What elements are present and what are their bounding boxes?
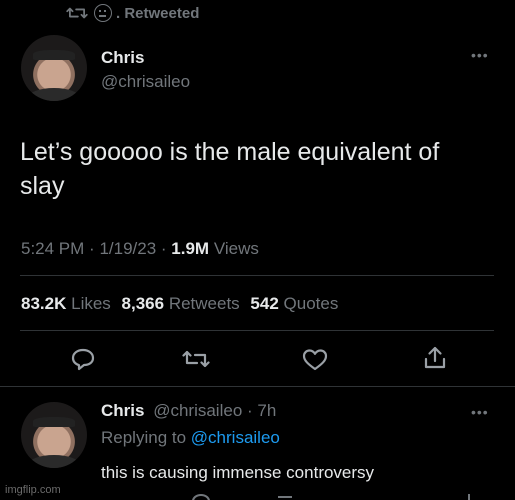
views-label: Views (213, 239, 259, 258)
retweet-icon[interactable] (182, 348, 210, 375)
likes-count: 83.2K (21, 294, 67, 313)
replying-to-handle[interactable]: @chrisaileo (191, 428, 280, 447)
reply-age[interactable]: 7h (257, 401, 276, 420)
stats-row: 83.2K Likes 8,366 Retweets 542 Quotes (21, 294, 338, 314)
author-name[interactable]: Chris (101, 48, 144, 68)
quotes-stat[interactable]: 542 Quotes (250, 294, 338, 313)
divider (0, 386, 515, 387)
reply-author-handle[interactable]: @chrisaileo (153, 401, 242, 420)
tweet-time[interactable]: 5:24 PM (21, 239, 84, 258)
retweets-count: 8,366 (121, 294, 165, 313)
quotes-count: 542 (250, 294, 279, 313)
reply-author-avatar[interactable] (21, 402, 87, 468)
quotes-label: Quotes (283, 294, 339, 313)
timestamp-row: 5:24 PM · 1/19/23 · 1.9M Views (21, 239, 259, 258)
retweets-label: Retweets (168, 294, 240, 313)
more-options-icon[interactable]: ••• (471, 47, 489, 63)
reply-share-icon[interactable] (468, 494, 470, 500)
reply-reply-icon[interactable] (192, 494, 210, 500)
reply-author-name[interactable]: Chris (101, 401, 144, 420)
divider (20, 330, 494, 331)
author-avatar[interactable] (21, 35, 87, 101)
views-count: 1.9M (171, 239, 210, 258)
reply-header: Chris @chrisaileo · 7h (101, 401, 277, 420)
tweet-date[interactable]: 1/19/23 (99, 239, 156, 258)
reply-action-icons (100, 494, 500, 500)
retweet-header: . Retweeted (66, 3, 199, 23)
replying-to-prefix: Replying to (101, 428, 187, 447)
watermark: imgflip.com (5, 484, 61, 496)
like-icon[interactable] (302, 348, 328, 377)
divider (20, 275, 494, 276)
retweets-stat[interactable]: 8,366 Retweets (122, 294, 245, 313)
author-handle[interactable]: @chrisaileo (101, 72, 190, 92)
tweet-text-line2: slay (20, 172, 65, 200)
reply-text: this is causing immense controversy (101, 463, 375, 482)
reply-more-options-icon[interactable]: ••• (471, 404, 489, 420)
tweet-text: Let’s gooooo is the male equivalent of s… (20, 135, 510, 203)
tweet-text-line1: Let’s gooooo is the male equivalent of (20, 138, 440, 166)
reply-retweet-icon[interactable] (278, 496, 292, 500)
retweet-icon (66, 5, 88, 21)
reply-icon[interactable] (70, 347, 96, 376)
likes-label: Likes (71, 294, 111, 313)
small-avatar-icon (94, 4, 112, 22)
retweeted-label: Retweeted (124, 4, 200, 22)
replying-to: Replying to @chrisaileo (101, 428, 280, 448)
likes-stat[interactable]: 83.2K Likes (21, 294, 116, 313)
share-icon[interactable] (423, 345, 447, 376)
